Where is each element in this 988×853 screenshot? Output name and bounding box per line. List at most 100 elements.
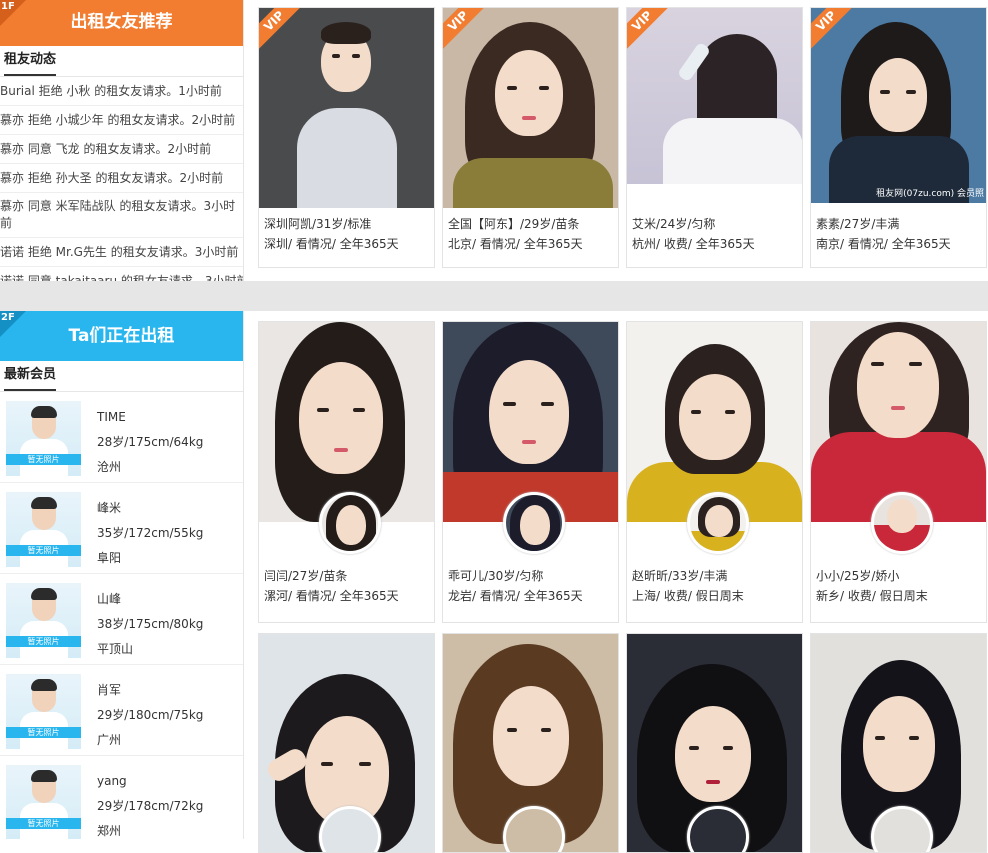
section-divider <box>0 281 988 311</box>
profile-photo[interactable]: VIP <box>627 8 802 184</box>
floor-1-section: 1F 出租女友推荐 租友动态 Burial 拒绝 小秋 的租女友请求。1小时前 … <box>0 0 988 281</box>
member-city: 阜阳 <box>97 551 122 565</box>
profile-info: 艾米/24岁/匀称 杭州/ 收费/ 全年365天 <box>627 184 802 254</box>
floor-tag: 1F <box>1 1 15 12</box>
profile-info: 全国【阿东】/29岁/苗条 北京/ 看情况/ 全年365天 <box>443 208 618 254</box>
member-info: 肖军 29岁/180cm/75kg 广州 <box>97 678 203 753</box>
member-city: 沧州 <box>97 460 122 474</box>
floor-2-sidebar: 2F Ta们正在出租 最新会员 暂无照片 TIME 28岁/175cm/64kg… <box>0 311 244 839</box>
tab-activity[interactable]: 租友动态 <box>4 46 57 76</box>
profile-photo[interactable]: VIP <box>259 8 434 208</box>
profile-card[interactable] <box>810 633 987 853</box>
member-info: yang 29岁/178cm/72kg 郑州 <box>97 769 203 839</box>
floor-2-header: 2F Ta们正在出租 <box>0 311 243 361</box>
news-item[interactable]: 慕亦 拒绝 孙大圣 的租女友请求。2小时前 <box>0 164 243 193</box>
member-name[interactable]: TIME <box>97 405 203 430</box>
subtab-bar: 最新会员 <box>0 361 243 392</box>
member-stats: 29岁/180cm/75kg <box>97 708 204 722</box>
member-city: 平顶山 <box>97 642 134 656</box>
subtab-bar: 租友动态 <box>0 46 243 77</box>
member-item[interactable]: 暂无照片 TIME 28岁/175cm/64kg 沧州 <box>0 392 243 483</box>
member-item[interactable]: 暂无照片 yang 29岁/178cm/72kg 郑州 <box>0 756 243 839</box>
profile-details: 上海/ 收费/ 假日周末 <box>632 589 744 603</box>
profile-summary: 全国【阿东】/29岁/苗条 <box>448 217 580 231</box>
member-name[interactable]: 峰米 <box>97 496 203 521</box>
vip-badge: VIP <box>443 8 490 53</box>
profile-photo[interactable]: VIP 租友网(07zu.com) 会员照 <box>811 8 986 203</box>
profile-details: 新乡/ 收费/ 假日周末 <box>816 589 928 603</box>
profile-card[interactable] <box>258 633 435 853</box>
member-avatar[interactable]: 暂无照片 <box>6 765 81 839</box>
profile-card[interactable] <box>626 633 803 853</box>
profile-details: 漯河/ 看情况/ 全年365天 <box>264 589 399 603</box>
profile-photo[interactable] <box>259 634 434 852</box>
member-stats: 29岁/178cm/72kg <box>97 799 204 813</box>
member-name[interactable]: yang <box>97 769 203 794</box>
profile-summary: 素素/27岁/丰满 <box>816 217 900 231</box>
member-item[interactable]: 暂无照片 山峰 38岁/175cm/80kg 平顶山 <box>0 574 243 665</box>
profile-card[interactable]: 小小/25岁/娇小 新乡/ 收费/ 假日周末 <box>810 321 987 623</box>
profile-card[interactable]: 赵昕昕/33岁/丰满 上海/ 收费/ 假日周末 <box>626 321 803 623</box>
news-item[interactable]: Burial 拒绝 小秋 的租女友请求。1小时前 <box>0 77 243 106</box>
no-photo-label: 暂无照片 <box>6 545 81 556</box>
profile-card[interactable]: 闫闫/27岁/苗条 漯河/ 看情况/ 全年365天 <box>258 321 435 623</box>
no-photo-label: 暂无照片 <box>6 636 81 647</box>
profile-card[interactable] <box>442 633 619 853</box>
profile-photo[interactable] <box>443 634 618 852</box>
profile-card[interactable]: VIP 全国【阿东】/29岁/苗条 北京/ 看情况/ 全年365天 <box>442 7 619 268</box>
news-item[interactable]: 诺诺 拒绝 Mr.G先生 的租女友请求。3小时前 <box>0 238 243 267</box>
member-name[interactable]: 山峰 <box>97 587 203 612</box>
member-city: 郑州 <box>97 824 122 838</box>
member-info: 山峰 38岁/175cm/80kg 平顶山 <box>97 587 203 662</box>
profile-avatar[interactable] <box>871 492 933 554</box>
vip-badge: VIP <box>259 8 306 53</box>
profile-card[interactable]: 乖可儿/30岁/匀称 龙岩/ 看情况/ 全年365天 <box>442 321 619 623</box>
profile-summary: 小小/25岁/娇小 <box>816 569 900 583</box>
profile-info: 深圳阿凯/31岁/标准 深圳/ 看情况/ 全年365天 <box>259 208 434 254</box>
watermark: 租友网(07zu.com) 会员照 <box>876 189 984 199</box>
member-city: 广州 <box>97 733 122 747</box>
profile-card[interactable]: VIP 租友网(07zu.com) 会员照 素素/27岁/丰满 南京/ 看情况/… <box>810 7 987 268</box>
profile-summary: 艾米/24岁/匀称 <box>632 217 716 231</box>
profile-avatar[interactable] <box>687 492 749 554</box>
vip-badge: VIP <box>811 8 858 53</box>
profile-details: 龙岩/ 看情况/ 全年365天 <box>448 589 583 603</box>
no-photo-label: 暂无照片 <box>6 727 81 738</box>
profile-photo[interactable] <box>627 634 802 852</box>
member-item[interactable]: 暂无照片 肖军 29岁/180cm/75kg 广州 <box>0 665 243 756</box>
profile-card[interactable]: VIP 深圳阿凯/31岁/标准 深圳/ 看情况/ 全年365天 <box>258 7 435 268</box>
profile-summary: 赵昕昕/33岁/丰满 <box>632 569 728 583</box>
profile-details: 杭州/ 收费/ 全年365天 <box>632 237 755 251</box>
floor-1-sidebar: 1F 出租女友推荐 租友动态 Burial 拒绝 小秋 的租女友请求。1小时前 … <box>0 0 244 281</box>
floor-title[interactable]: 出租女友推荐 <box>71 12 173 32</box>
member-stats: 38岁/175cm/80kg <box>97 617 204 631</box>
member-name[interactable]: 肖军 <box>97 678 203 703</box>
profile-details: 深圳/ 看情况/ 全年365天 <box>264 237 399 251</box>
member-stats: 35岁/172cm/55kg <box>97 526 204 540</box>
member-info: TIME 28岁/175cm/64kg 沧州 <box>97 405 203 480</box>
profile-summary: 乖可儿/30岁/匀称 <box>448 569 544 583</box>
profile-photo[interactable]: VIP <box>443 8 618 208</box>
member-avatar[interactable]: 暂无照片 <box>6 674 81 749</box>
news-item[interactable]: 慕亦 拒绝 小城少年 的租女友请求。2小时前 <box>0 106 243 135</box>
profile-summary: 深圳阿凯/31岁/标准 <box>264 217 372 231</box>
profile-card[interactable]: VIP 艾米/24岁/匀称 杭州/ 收费/ 全年365天 <box>626 7 803 268</box>
news-item[interactable]: 慕亦 同意 飞龙 的租女友请求。2小时前 <box>0 135 243 164</box>
floor-2-section: 2F Ta们正在出租 最新会员 暂无照片 TIME 28岁/175cm/64kg… <box>0 311 988 853</box>
member-avatar[interactable]: 暂无照片 <box>6 492 81 567</box>
profile-details: 南京/ 看情况/ 全年365天 <box>816 237 951 251</box>
news-item[interactable]: 诺诺 同意 takaitaaru 的租女友请求。3小时前 <box>0 267 243 281</box>
news-item[interactable]: 慕亦 同意 米军陆战队 的租女友请求。3小时前 <box>0 193 243 238</box>
member-item[interactable]: 暂无照片 峰米 35岁/172cm/55kg 阜阳 <box>0 483 243 574</box>
member-avatar[interactable]: 暂无照片 <box>6 401 81 476</box>
profile-details: 北京/ 看情况/ 全年365天 <box>448 237 583 251</box>
no-photo-label: 暂无照片 <box>6 818 81 829</box>
profile-avatar[interactable] <box>503 492 565 554</box>
member-avatar[interactable]: 暂无照片 <box>6 583 81 658</box>
profile-summary: 闫闫/27岁/苗条 <box>264 569 348 583</box>
floor-title[interactable]: Ta们正在出租 <box>69 326 175 346</box>
profile-photo[interactable] <box>811 634 986 852</box>
tab-new-members[interactable]: 最新会员 <box>4 361 57 391</box>
floor-tag: 2F <box>1 312 15 323</box>
profile-avatar[interactable] <box>319 492 381 554</box>
